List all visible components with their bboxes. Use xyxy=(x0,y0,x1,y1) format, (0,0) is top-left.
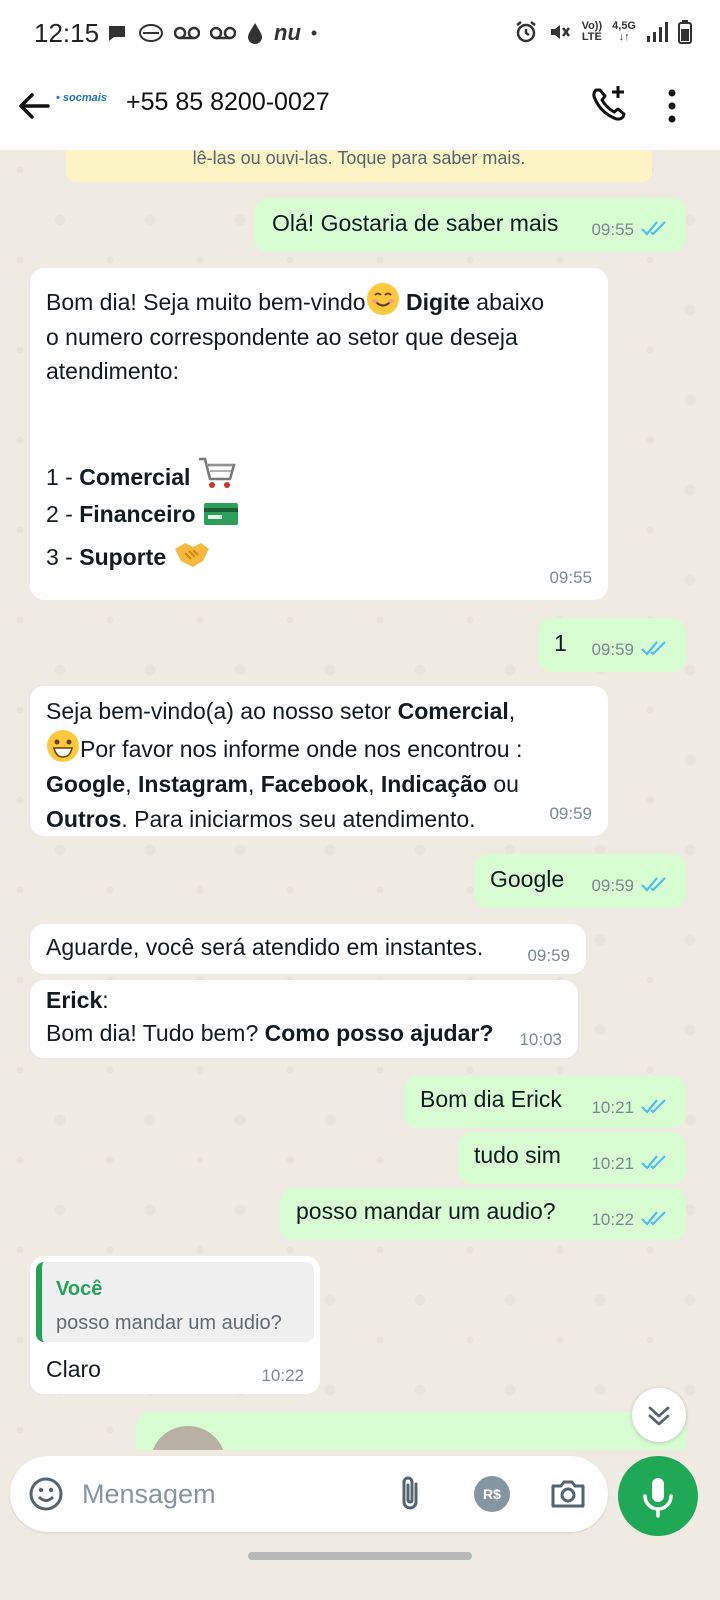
message-time: 10:21 xyxy=(591,1095,668,1121)
incoming-reply-message[interactable]: Você posso mandar um audio? Claro 10:22 xyxy=(30,1256,320,1394)
outgoing-message[interactable]: posso mandar um audio? 10:22 xyxy=(280,1188,686,1240)
incoming-message[interactable]: Aguarde, você será atendido em instantes… xyxy=(30,924,586,974)
incoming-message[interactable]: Seja bem-vindo(a) ao nosso setor Comerci… xyxy=(30,686,608,836)
volte-indicator: Vo)) LTE xyxy=(581,20,603,43)
message-text: tudo sim xyxy=(474,1142,561,1168)
status-time: 12:15 xyxy=(34,18,100,48)
message-time: 09:59 xyxy=(527,945,570,965)
message-input[interactable] xyxy=(82,1476,362,1512)
signal-icon xyxy=(647,22,668,42)
incoming-message[interactable]: Bom dia! Seja muito bem-vindo Digite aba… xyxy=(30,268,608,600)
outgoing-message-partial[interactable] xyxy=(136,1412,686,1450)
quote-author: Você xyxy=(56,1278,103,1300)
voicemail-icon-2 xyxy=(210,26,236,40)
quote-text: posso mandar um audio? xyxy=(56,1312,282,1334)
message-line: Erick: xyxy=(46,987,109,1013)
read-receipt-icon xyxy=(641,876,666,892)
grinning-face-emoji-icon xyxy=(47,729,79,762)
outgoing-message[interactable]: 1 09:59 xyxy=(538,618,686,672)
outgoing-message[interactable]: Olá! Gostaria de saber mais 09:55 xyxy=(254,198,686,252)
paperclip-icon[interactable] xyxy=(396,1474,426,1514)
payment-button[interactable]: R$ xyxy=(474,1476,510,1512)
message-line: atendimento: xyxy=(46,358,179,384)
message-text: Google xyxy=(490,866,565,892)
more-options-icon[interactable] xyxy=(664,86,680,126)
message-time: 09:55 xyxy=(591,217,668,243)
message-line: Seja bem-vindo(a) ao nosso setor Comerci… xyxy=(46,698,516,724)
message-time: 09:59 xyxy=(591,637,668,663)
outgoing-message[interactable]: tudo sim 10:21 xyxy=(458,1132,686,1184)
notification-icons: nu • xyxy=(106,20,317,46)
system-navigation-bar xyxy=(0,1540,720,1600)
contact-name[interactable]: +55 85 8200-0027 xyxy=(126,88,330,117)
status-bar: 12:15 nu • Vo)) LTE 4,5G ↓↑ xyxy=(0,0,720,66)
system-icons: Vo)) LTE 4,5G ↓↑ xyxy=(514,20,692,44)
scroll-to-bottom-button[interactable] xyxy=(632,1388,686,1442)
message-text: 1 xyxy=(554,630,567,656)
message-text: Aguarde, você será atendido em instantes… xyxy=(46,934,484,960)
message-time: 09:59 xyxy=(549,803,592,823)
voice-record-button[interactable] xyxy=(618,1456,698,1536)
message-line: Por favor nos informe onde nos encontrou… xyxy=(46,729,594,767)
message-time: 10:22 xyxy=(591,1207,668,1233)
more-notifications-dot: • xyxy=(310,22,318,43)
incoming-message[interactable]: Erick: Bom dia! Tudo bem? Como posso aju… xyxy=(30,980,578,1058)
nubank-icon: nu xyxy=(274,20,301,45)
outgoing-message[interactable]: Google 09:59 xyxy=(474,854,686,908)
menu-option-2: 2 - Financeiro xyxy=(46,497,594,539)
alarm-icon xyxy=(515,21,536,43)
add-call-icon[interactable] xyxy=(588,82,628,126)
message-time: 10:22 xyxy=(261,1365,304,1385)
message-line: Outros. Para iniciarmos seu atendimento. xyxy=(46,805,476,832)
microphone-icon xyxy=(643,1478,673,1518)
read-receipt-icon xyxy=(641,640,666,656)
handshake-emoji-icon xyxy=(174,542,209,567)
outgoing-message[interactable]: Bom dia Erick 10:21 xyxy=(404,1076,686,1128)
shopping-cart-emoji-icon xyxy=(198,457,236,488)
contact-avatar-logo[interactable]: • socmais xyxy=(56,92,107,104)
mail-notification-icon xyxy=(139,24,163,42)
double-chevron-down-icon xyxy=(648,1406,670,1426)
read-receipt-icon xyxy=(641,1098,666,1114)
network-type-indicator: 4,5G ↓↑ xyxy=(612,20,636,43)
menu-option-3: 3 - Suporte xyxy=(46,539,594,581)
voicemail-icon xyxy=(174,26,200,40)
message-time: 10:03 xyxy=(519,1029,562,1049)
home-gesture-handle[interactable] xyxy=(248,1552,472,1560)
message-time: 10:21 xyxy=(591,1151,668,1177)
drop-icon xyxy=(248,23,262,44)
message-line: Bom dia! Tudo bem? Como posso ajudar? xyxy=(46,1020,494,1047)
message-line: Bom dia! Seja muito bem-vindo Digite aba… xyxy=(46,282,594,320)
battery-icon xyxy=(678,20,692,44)
message-time: 09:55 xyxy=(549,567,592,587)
message-text: Bom dia Erick xyxy=(420,1086,562,1112)
read-receipt-icon xyxy=(641,1154,666,1170)
message-line: Google, Instagram, Facebook, Indicação o… xyxy=(46,770,519,797)
emoji-icon[interactable] xyxy=(28,1476,64,1512)
smiling-face-emoji-icon xyxy=(366,283,399,315)
message-composer: R$ xyxy=(10,1456,608,1532)
back-arrow-icon[interactable] xyxy=(14,86,54,126)
message-text: Olá! Gostaria de saber mais xyxy=(272,210,559,236)
media-thumbnail xyxy=(150,1426,226,1450)
encryption-notice[interactable]: lê-las ou ouvi-las. Toque para saber mai… xyxy=(66,150,652,182)
message-time: 09:59 xyxy=(591,873,668,899)
chat-notification-icon xyxy=(109,26,125,41)
menu-option-1: 1 - Comercial xyxy=(46,455,594,497)
quoted-message[interactable]: Você posso mandar um audio? xyxy=(36,1262,314,1342)
message-text: Claro xyxy=(46,1356,101,1382)
message-text: posso mandar um audio? xyxy=(296,1198,556,1224)
message-list[interactable]: lê-las ou ouvi-las. Toque para saber mai… xyxy=(0,150,720,1450)
credit-card-emoji-icon xyxy=(203,502,238,525)
read-receipt-icon xyxy=(641,220,666,236)
mute-icon xyxy=(550,25,570,39)
message-line: o numero correspondente ao setor que des… xyxy=(46,323,518,350)
camera-icon[interactable] xyxy=(550,1476,586,1512)
chat-header: • socmais +55 85 8200-0027 xyxy=(0,66,720,150)
read-receipt-icon xyxy=(641,1210,666,1226)
